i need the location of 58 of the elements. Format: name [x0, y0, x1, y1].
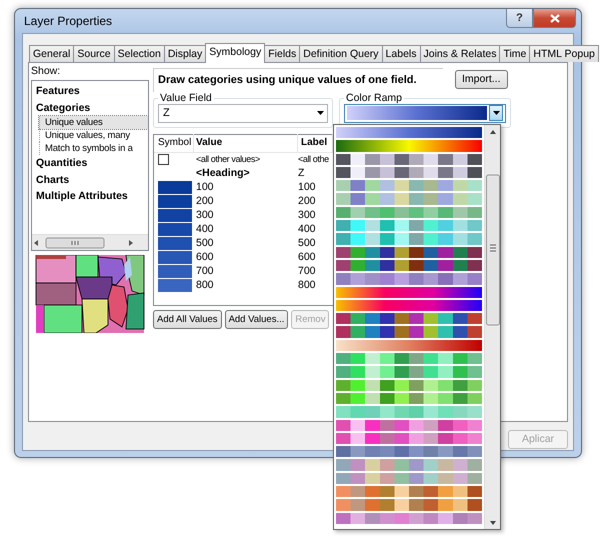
table-button[interactable]: Add All Values — [153, 310, 222, 328]
table-button[interactable]: Add Values... — [224, 310, 288, 328]
dropdown-arrow-icon — [492, 111, 500, 115]
tab[interactable]: Definition Query — [299, 45, 383, 62]
table-cell: 400 — [196, 223, 214, 236]
column-header[interactable]: Symbol — [154, 134, 194, 152]
color-ramp-dropdown[interactable] — [344, 104, 506, 122]
tree-item[interactable]: Charts — [36, 174, 70, 186]
tab[interactable]: Symbology — [205, 43, 266, 63]
table-cell: 400 — [298, 223, 316, 236]
tab[interactable]: Labels — [382, 45, 420, 62]
tree-item[interactable]: Quantities — [36, 157, 88, 170]
table-cell: 200 — [298, 195, 316, 208]
table-cell: 500 — [196, 237, 214, 250]
table-cell: <Heading> — [196, 167, 250, 180]
table-cell: 100 — [298, 181, 316, 194]
table-cell: 300 — [298, 209, 316, 222]
table-cell: Z — [298, 167, 304, 180]
table-cell: 700 — [196, 265, 214, 278]
tab[interactable]: Source — [73, 45, 115, 62]
group-label: Color Ramp — [344, 92, 404, 104]
tab[interactable]: Time — [499, 45, 530, 62]
table-cell: 700 — [298, 265, 316, 278]
table-cell: <all other values> — [196, 154, 260, 164]
column-header[interactable]: Value — [194, 134, 298, 152]
horizontal-scrollbar[interactable] — [32, 234, 148, 250]
help-button[interactable]: ? — [506, 9, 533, 28]
tree-item[interactable]: Unique values, many — [39, 129, 148, 142]
tab[interactable]: General — [29, 45, 74, 62]
close-icon — [550, 14, 560, 22]
table-cell: 500 — [298, 237, 316, 250]
dropdown-arrow-icon — [316, 111, 324, 115]
tree-item[interactable]: Features — [36, 85, 80, 98]
table-cell: 200 — [196, 195, 214, 208]
tab[interactable]: Display — [164, 45, 206, 62]
tree-item[interactable]: Match to symbols in a — [39, 142, 148, 155]
tree-item[interactable]: Multiple Attributes — [36, 190, 128, 203]
vertical-scrollbar[interactable] — [484, 125, 500, 529]
table-cell: 100 — [196, 181, 214, 194]
table-cell: 600 — [196, 251, 214, 264]
tree-item[interactable]: Unique values — [39, 116, 148, 129]
tab[interactable]: Fields — [264, 45, 300, 62]
table-cell: 800 — [298, 279, 316, 292]
symbol-patch[interactable] — [158, 154, 169, 165]
table-cell: 300 — [196, 209, 214, 222]
tab[interactable]: Selection — [114, 45, 165, 62]
table-cell: 800 — [196, 279, 214, 292]
table-cell: <all othe — [298, 153, 329, 166]
tab[interactable]: Joins & Relates — [420, 45, 500, 62]
group-label: Value Field — [158, 92, 214, 104]
tree-item[interactable]: Categories — [36, 102, 90, 114]
show-label: Show: — [31, 65, 62, 78]
window-title: Layer Properties — [23, 13, 112, 30]
close-button[interactable] — [533, 9, 576, 28]
value-field-dropdown[interactable]: Z — [158, 104, 328, 122]
table-cell: 600 — [298, 251, 316, 264]
tab[interactable]: HTML Popup — [529, 45, 599, 62]
import-button[interactable]: Import... — [455, 70, 508, 90]
